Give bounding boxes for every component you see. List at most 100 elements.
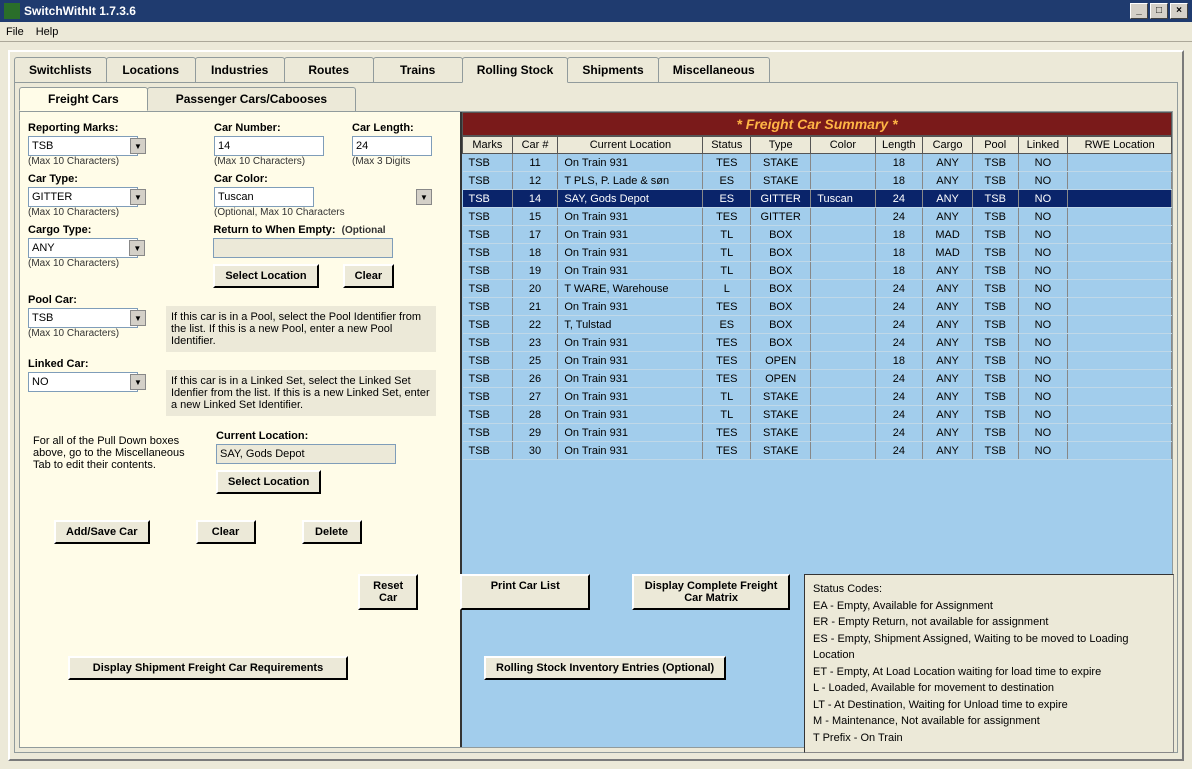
menubar: File Help xyxy=(0,22,1192,42)
table-row[interactable]: TSB20T WARE, WarehouseLBOX24ANYTSBNO xyxy=(463,280,1172,298)
col-header[interactable]: Status xyxy=(703,137,751,154)
car-type-label: Car Type: xyxy=(28,173,148,185)
car-type-select[interactable] xyxy=(28,187,138,207)
table-row[interactable]: TSB11On Train 931TESSTAKE18ANYTSBNO xyxy=(463,154,1172,172)
linked-car-label: Linked Car: xyxy=(28,358,148,370)
table-row[interactable]: TSB27On Train 931TLSTAKE24ANYTSBNO xyxy=(463,388,1172,406)
current-location-input[interactable] xyxy=(216,444,396,464)
table-row[interactable]: TSB12T PLS, P. Lade & sønESSTAKE18ANYTSB… xyxy=(463,172,1172,190)
col-header[interactable]: RWE Location xyxy=(1068,137,1172,154)
car-number-input[interactable] xyxy=(214,136,324,156)
car-color-label: Car Color: xyxy=(214,173,434,185)
col-header[interactable]: Car # xyxy=(512,137,558,154)
rolling-stock-inventory-button[interactable]: Rolling Stock Inventory Entries (Optiona… xyxy=(484,656,726,680)
tab-routes[interactable]: Routes xyxy=(284,57,374,83)
add-save-car-button[interactable]: Add/Save Car xyxy=(54,520,150,544)
freight-car-table[interactable]: MarksCar #Current LocationStatusTypeColo… xyxy=(462,136,1172,460)
pool-car-select[interactable] xyxy=(28,308,138,328)
pool-car-hint: (Max 10 Characters) xyxy=(28,328,148,339)
col-header[interactable]: Length xyxy=(875,137,923,154)
table-row[interactable]: TSB17On Train 931TLBOX18MADTSBNO xyxy=(463,226,1172,244)
col-header[interactable]: Type xyxy=(751,137,811,154)
tab-trains[interactable]: Trains xyxy=(373,57,463,83)
subtab-passenger-cars-cabooses[interactable]: Passenger Cars/Cabooses xyxy=(147,87,356,111)
main-tabs: SwitchlistsLocationsIndustriesRoutesTrai… xyxy=(10,52,1182,82)
car-number-label: Car Number: xyxy=(214,122,334,134)
tab-locations[interactable]: Locations xyxy=(106,57,196,83)
window-title: SwitchWithIt 1.7.3.6 xyxy=(24,4,136,18)
tab-rolling-stock[interactable]: Rolling Stock xyxy=(462,57,569,83)
col-header[interactable]: Color xyxy=(811,137,875,154)
table-row[interactable]: TSB22T, TulstadESBOX24ANYTSBNO xyxy=(463,316,1172,334)
clear-button[interactable]: Clear xyxy=(343,264,395,288)
status-code-line: EA - Empty, Available for Assignment xyxy=(813,598,1165,615)
app-icon xyxy=(4,3,20,19)
sub-tabs: Freight CarsPassenger Cars/Cabooses xyxy=(15,83,1177,111)
cargo-type-hint: (Max 10 Characters) xyxy=(28,258,147,269)
tab-miscellaneous[interactable]: Miscellaneous xyxy=(658,57,770,83)
col-header[interactable]: Current Location xyxy=(558,137,703,154)
col-header[interactable]: Cargo xyxy=(923,137,973,154)
table-row[interactable]: TSB25On Train 931TESOPEN18ANYTSBNO xyxy=(463,352,1172,370)
current-location-label: Current Location: xyxy=(216,430,416,442)
car-length-hint: (Max 3 Digits xyxy=(352,156,452,167)
display-matrix-button[interactable]: Display Complete Freight Car Matrix xyxy=(632,574,790,610)
reporting-marks-hint: (Max 10 Characters) xyxy=(28,156,148,167)
clear-form-button[interactable]: Clear xyxy=(196,520,256,544)
col-header[interactable]: Linked xyxy=(1018,137,1068,154)
select-location-button-2[interactable]: Select Location xyxy=(216,470,321,494)
linked-car-select[interactable] xyxy=(28,372,138,392)
table-row[interactable]: TSB21On Train 931TESBOX24ANYTSBNO xyxy=(463,298,1172,316)
status-code-line: ES - Empty, Shipment Assigned, Waiting t… xyxy=(813,631,1165,664)
table-row[interactable]: TSB18On Train 931TLBOX18MADTSBNO xyxy=(463,244,1172,262)
linked-car-help: If this car is in a Linked Set, select t… xyxy=(166,370,436,416)
close-button[interactable]: × xyxy=(1170,3,1188,19)
reporting-marks-select[interactable] xyxy=(28,136,138,156)
select-location-button[interactable]: Select Location xyxy=(213,264,318,288)
return-empty-input[interactable] xyxy=(213,238,393,258)
status-code-line: T Prefix - On Train xyxy=(813,730,1165,747)
table-row[interactable]: TSB29On Train 931TESSTAKE24ANYTSBNO xyxy=(463,424,1172,442)
titlebar: SwitchWithIt 1.7.3.6 _ □ × xyxy=(0,0,1192,22)
table-row[interactable]: TSB30On Train 931TESSTAKE24ANYTSBNO xyxy=(463,442,1172,460)
reset-car-button[interactable]: Reset Car xyxy=(358,574,418,610)
reporting-marks-label: Reporting Marks: xyxy=(28,122,148,134)
subtab-freight-cars[interactable]: Freight Cars xyxy=(19,87,148,111)
table-row[interactable]: TSB14SAY, Gods DepotESGITTERTuscan24ANYT… xyxy=(463,190,1172,208)
col-header[interactable]: Pool xyxy=(972,137,1018,154)
car-color-hint: (Optional, Max 10 Characters xyxy=(214,207,434,218)
return-empty-label: Return to When Empty: (Optional xyxy=(213,224,452,236)
table-row[interactable]: TSB19On Train 931TLBOX18ANYTSBNO xyxy=(463,262,1172,280)
menu-help[interactable]: Help xyxy=(36,26,59,38)
delete-button[interactable]: Delete xyxy=(302,520,362,544)
car-length-label: Car Length: xyxy=(352,122,452,134)
maximize-button[interactable]: □ xyxy=(1150,3,1168,19)
pulldown-help: For all of the Pull Down boxes above, go… xyxy=(28,430,198,494)
table-row[interactable]: TSB23On Train 931TESBOX24ANYTSBNO xyxy=(463,334,1172,352)
menu-file[interactable]: File xyxy=(6,26,24,38)
display-requirements-button[interactable]: Display Shipment Freight Car Requirement… xyxy=(68,656,348,680)
cargo-type-select[interactable] xyxy=(28,238,138,258)
summary-title: * Freight Car Summary * xyxy=(462,112,1172,136)
col-header[interactable]: Marks xyxy=(463,137,513,154)
status-code-line: L - Loaded, Available for movement to de… xyxy=(813,680,1165,697)
tab-switchlists[interactable]: Switchlists xyxy=(14,57,107,83)
tab-industries[interactable]: Industries xyxy=(195,57,285,83)
car-color-select[interactable] xyxy=(214,187,314,207)
status-code-line: ER - Empty Return, not available for ass… xyxy=(813,614,1165,631)
status-code-line: LT - At Destination, Waiting for Unload … xyxy=(813,697,1165,714)
table-row[interactable]: TSB28On Train 931TLSTAKE24ANYTSBNO xyxy=(463,406,1172,424)
pool-car-help: If this car is in a Pool, select the Poo… xyxy=(166,306,436,352)
status-codes-box: Status Codes: EA - Empty, Available for … xyxy=(804,574,1174,753)
tab-shipments[interactable]: Shipments xyxy=(567,57,658,83)
table-row[interactable]: TSB15On Train 931TESGITTER24ANYTSBNO xyxy=(463,208,1172,226)
cargo-type-label: Cargo Type: xyxy=(28,224,147,236)
status-code-line: ET - Empty, At Load Location waiting for… xyxy=(813,664,1165,681)
status-code-line: M - Maintenance, Not available for assig… xyxy=(813,713,1165,730)
car-length-input[interactable] xyxy=(352,136,432,156)
pool-car-label: Pool Car: xyxy=(28,294,148,306)
table-row[interactable]: TSB26On Train 931TESOPEN24ANYTSBNO xyxy=(463,370,1172,388)
print-car-list-button[interactable]: Print Car List xyxy=(460,574,590,610)
minimize-button[interactable]: _ xyxy=(1130,3,1148,19)
car-number-hint: (Max 10 Characters) xyxy=(214,156,334,167)
